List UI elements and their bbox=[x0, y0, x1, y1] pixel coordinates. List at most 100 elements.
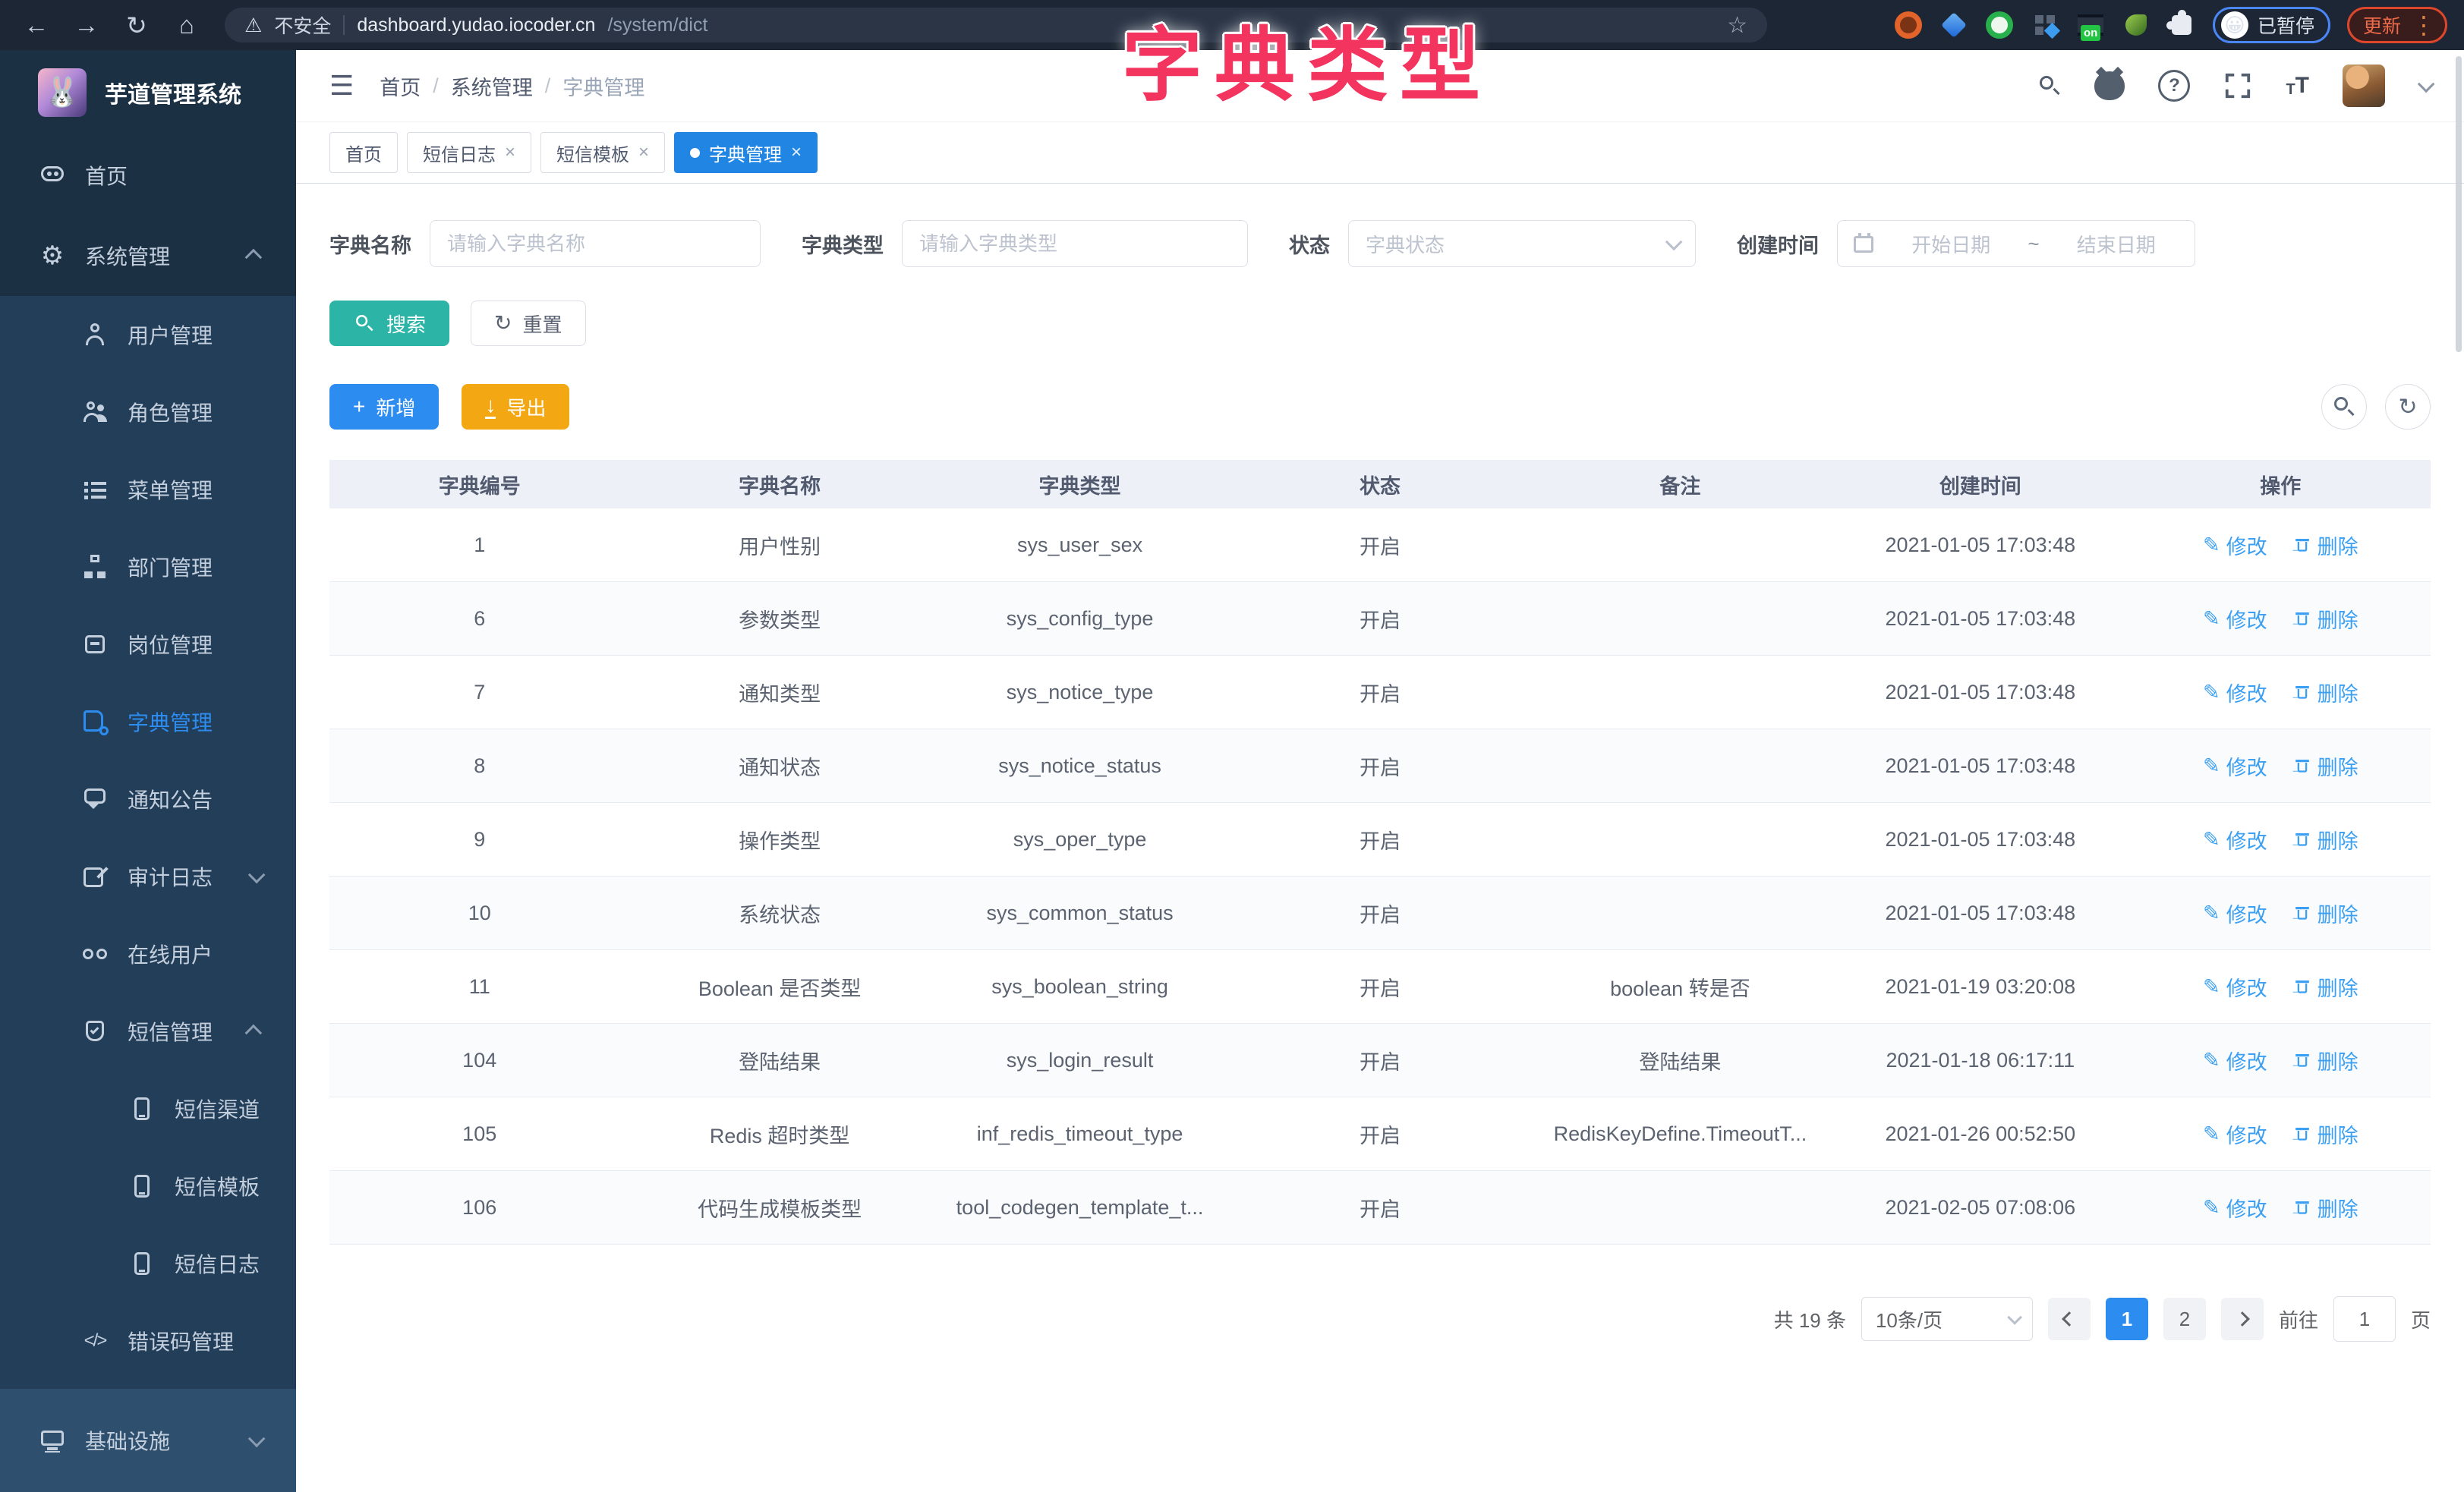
tab-sms-template[interactable]: 短信模板 × bbox=[540, 132, 665, 173]
dict-type-link[interactable]: sys_oper_type bbox=[930, 803, 1230, 877]
sidebar-item-users[interactable]: 用户管理 bbox=[0, 296, 296, 373]
dict-name-input[interactable] bbox=[430, 220, 761, 267]
help-icon[interactable]: ? bbox=[2158, 70, 2190, 102]
sidebar-item-departments[interactable]: 部门管理 bbox=[0, 528, 296, 606]
search-icon[interactable] bbox=[2038, 74, 2061, 97]
browser-update-button[interactable]: 更新 ⋮ bbox=[2347, 7, 2447, 43]
delete-link[interactable]: 删除 bbox=[2293, 604, 2358, 634]
export-button[interactable]: ↓ 导出 bbox=[462, 384, 569, 430]
edit-link[interactable]: ✎修改 bbox=[2203, 825, 2267, 855]
chevron-down-icon[interactable] bbox=[2418, 76, 2435, 93]
dict-type-link[interactable]: sys_notice_type bbox=[930, 656, 1230, 729]
extension-icon-gem[interactable] bbox=[1939, 11, 1968, 39]
dict-type-link[interactable]: sys_notice_status bbox=[930, 729, 1230, 803]
page-button-2[interactable]: 2 bbox=[2163, 1298, 2206, 1340]
dict-type-link[interactable]: sys_common_status bbox=[930, 877, 1230, 950]
sidebar-item-online-users[interactable]: 在线用户 bbox=[0, 915, 296, 993]
add-button[interactable]: + 新增 bbox=[329, 384, 439, 430]
delete-link[interactable]: 删除 bbox=[2293, 972, 2358, 1002]
close-icon[interactable]: × bbox=[791, 143, 802, 162]
dict-type-input[interactable] bbox=[902, 220, 1248, 267]
forward-icon[interactable]: → bbox=[67, 11, 106, 39]
sidebar-item-audit-log[interactable]: 审计日志 bbox=[0, 838, 296, 915]
edit-link[interactable]: ✎修改 bbox=[2203, 1046, 2267, 1075]
delete-link[interactable]: 删除 bbox=[2293, 1193, 2358, 1223]
not-secure-label[interactable]: 不安全 bbox=[274, 11, 331, 39]
app-logo-row[interactable]: 🐰 芋道管理系统 bbox=[0, 50, 296, 135]
extension-icon-green[interactable] bbox=[1985, 11, 2014, 39]
reset-button[interactable]: ↻ 重置 bbox=[471, 301, 585, 346]
prev-page-button[interactable] bbox=[2048, 1298, 2091, 1340]
browser-menu-icon[interactable]: ⋮ bbox=[2412, 13, 2436, 37]
extension-icon-on-badge[interactable] bbox=[2076, 11, 2105, 39]
sidebar-item-notice[interactable]: 通知公告 bbox=[0, 760, 296, 838]
tab-sms-log[interactable]: 短信日志 × bbox=[407, 132, 531, 173]
back-icon[interactable]: ← bbox=[17, 11, 56, 39]
edit-link[interactable]: ✎修改 bbox=[2203, 604, 2267, 634]
toggle-search-button[interactable] bbox=[2321, 384, 2367, 430]
delete-link[interactable]: 删除 bbox=[2293, 530, 2358, 560]
edit-link[interactable]: ✎修改 bbox=[2203, 678, 2267, 707]
next-page-button[interactable] bbox=[2221, 1298, 2264, 1340]
sidebar-item-sms-log[interactable]: 短信日志 bbox=[0, 1225, 296, 1302]
extension-icon-orange[interactable] bbox=[1894, 11, 1923, 39]
dict-type-link[interactable]: sys_config_type bbox=[930, 582, 1230, 656]
delete-link[interactable]: 删除 bbox=[2293, 751, 2358, 781]
home-icon[interactable]: ⌂ bbox=[167, 11, 206, 39]
sidebar-item-sms[interactable]: 短信管理 bbox=[0, 993, 296, 1070]
sidebar-item-posts[interactable]: 岗位管理 bbox=[0, 606, 296, 683]
edit-link[interactable]: ✎修改 bbox=[2203, 899, 2267, 928]
breadcrumb-home[interactable]: 首页 bbox=[380, 71, 421, 101]
delete-link[interactable]: 删除 bbox=[2293, 825, 2358, 855]
search-button[interactable]: 搜索 bbox=[329, 301, 449, 346]
tab-dict[interactable]: 字典管理 × bbox=[674, 132, 818, 173]
fullscreen-icon[interactable] bbox=[2223, 71, 2252, 100]
delete-link[interactable]: 删除 bbox=[2293, 678, 2358, 707]
scrollbar-thumb[interactable] bbox=[2456, 56, 2462, 352]
close-icon[interactable]: × bbox=[505, 143, 515, 162]
reload-icon[interactable]: ↻ bbox=[117, 11, 156, 40]
sidebar-item-roles[interactable]: 角色管理 bbox=[0, 373, 296, 451]
extension-icon-grid[interactable] bbox=[2031, 11, 2059, 39]
dict-type-link[interactable]: sys_boolean_string bbox=[930, 950, 1230, 1024]
sidebar-item-system[interactable]: ⚙ 系统管理 bbox=[0, 216, 296, 296]
delete-link[interactable]: 删除 bbox=[2293, 899, 2358, 928]
sidebar-item-error-code[interactable]: </> 错误码管理 bbox=[0, 1302, 296, 1380]
refresh-table-button[interactable]: ↻ bbox=[2385, 384, 2431, 430]
delete-link[interactable]: 删除 bbox=[2293, 1046, 2358, 1075]
address-bar[interactable]: ⚠ 不安全 dashboard.yudao.iocoder.cn/system/… bbox=[225, 8, 1767, 42]
dict-type-link[interactable]: sys_user_sex bbox=[930, 508, 1230, 582]
extensions-puzzle-icon[interactable] bbox=[2167, 11, 2196, 39]
edit-link[interactable]: ✎修改 bbox=[2203, 1193, 2267, 1223]
delete-link[interactable]: 删除 bbox=[2293, 1119, 2358, 1149]
goto-page-input[interactable] bbox=[2333, 1296, 2396, 1342]
edit-link[interactable]: ✎修改 bbox=[2203, 751, 2267, 781]
tab-home[interactable]: 首页 bbox=[329, 132, 398, 173]
extension-icon-leaf[interactable] bbox=[2122, 11, 2150, 39]
font-size-icon[interactable]: TT bbox=[2286, 74, 2309, 97]
dict-type-link[interactable]: sys_login_result bbox=[930, 1024, 1230, 1097]
edit-link[interactable]: ✎修改 bbox=[2203, 1119, 2267, 1149]
page-button-1[interactable]: 1 bbox=[2106, 1298, 2148, 1340]
breadcrumb-system[interactable]: 系统管理 bbox=[451, 71, 533, 101]
close-icon[interactable]: × bbox=[638, 143, 649, 162]
sidebar-collapse-icon[interactable]: ☰ bbox=[329, 70, 354, 102]
sidebar-item-infrastructure[interactable]: 基础设施 bbox=[0, 1389, 296, 1492]
edit-link[interactable]: ✎修改 bbox=[2203, 530, 2267, 560]
user-avatar[interactable] bbox=[2343, 65, 2385, 107]
page-size-select[interactable]: 10条/页 bbox=[1861, 1297, 2033, 1341]
dict-type-link[interactable]: inf_redis_timeout_type bbox=[930, 1097, 1230, 1171]
github-icon[interactable] bbox=[2094, 71, 2125, 100]
sidebar-item-sms-template[interactable]: 短信模板 bbox=[0, 1147, 296, 1225]
status-select[interactable]: 字典状态 bbox=[1348, 220, 1696, 267]
sidebar-item-menus[interactable]: 菜单管理 bbox=[0, 451, 296, 528]
date-range-picker[interactable]: 开始日期 ~ 结束日期 bbox=[1837, 220, 2195, 267]
sidebar-item-dict[interactable]: 字典管理 bbox=[0, 683, 296, 760]
bookmark-star-icon[interactable]: ☆ bbox=[1727, 12, 1747, 39]
sidebar-item-home[interactable]: 首页 bbox=[0, 135, 296, 216]
profile-paused-badge[interactable]: 😀 已暂停 bbox=[2213, 7, 2330, 43]
sidebar-item-sms-channel[interactable]: 短信渠道 bbox=[0, 1070, 296, 1147]
edit-link[interactable]: ✎修改 bbox=[2203, 972, 2267, 1002]
dict-type-link[interactable]: tool_codegen_template_t... bbox=[930, 1171, 1230, 1245]
chevron-up-icon bbox=[245, 1025, 263, 1042]
